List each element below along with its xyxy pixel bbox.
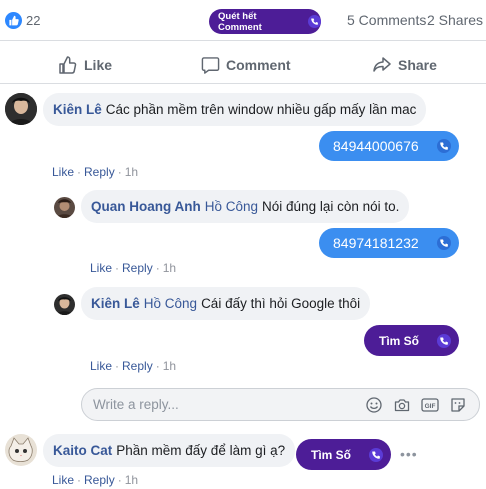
comment-text: Cái đấy thì hỏi Google thôi (201, 296, 361, 311)
like-action-button[interactable]: Like (58, 55, 112, 75)
top-divider (0, 40, 486, 41)
avatar[interactable] (54, 197, 75, 218)
sticker-icon[interactable] (449, 396, 467, 414)
phone-icon (369, 447, 383, 462)
comment-like-link[interactable]: Like (90, 359, 112, 373)
phone-number: 84974181232 (333, 235, 419, 251)
comment-text: Phần mềm đấy để làm gì ạ? (116, 443, 286, 458)
comment-bubble: Kiên Lê Các phần mềm trên window nhiều g… (43, 93, 427, 126)
comment-icon (201, 56, 220, 74)
comment-reply-link[interactable]: Reply (122, 261, 153, 275)
comment-meta: Like · Reply · 1h (90, 261, 177, 275)
comment-author[interactable]: Kaito Cat (53, 443, 112, 458)
svg-text:GIF: GIF (425, 403, 436, 410)
phone-icon (437, 139, 451, 153)
comment-timestamp[interactable]: 1h (163, 359, 176, 373)
reply-input[interactable]: Write a reply... GIF (81, 388, 480, 421)
share-action-button[interactable]: Share (372, 55, 437, 75)
comment-action-button[interactable]: Comment (201, 55, 291, 75)
comment-author[interactable]: Quan Hoang Anh (91, 199, 201, 214)
more-icon[interactable]: ••• (400, 446, 418, 462)
comment-text: Nói đúng lại còn nói to. (262, 199, 400, 214)
comment-reply-link[interactable]: Reply (84, 473, 115, 487)
like-icon (59, 56, 77, 74)
avatar[interactable] (54, 294, 75, 315)
comment-like-link[interactable]: Like (52, 473, 74, 487)
comment-author[interactable]: Kiên Lê (53, 102, 102, 117)
avatar[interactable] (5, 434, 37, 466)
find-number-button[interactable]: Tìm Số (364, 325, 459, 356)
phone-icon (437, 236, 451, 250)
comment-like-link[interactable]: Like (90, 261, 112, 275)
share-icon (373, 57, 391, 72)
scan-comments-label: Quét hết Comment (218, 10, 262, 33)
find-number-button[interactable]: Tìm Số (296, 439, 391, 470)
share-action-label: Share (398, 57, 437, 73)
mention-tag[interactable]: Hồ Công (144, 296, 197, 311)
comment-action-label: Comment (226, 57, 291, 73)
reply-bubble: Quan Hoang Anh Hồ Công Nói đúng lại còn … (81, 190, 410, 223)
find-number-label: Tìm Số (311, 447, 352, 462)
comment-timestamp[interactable]: 1h (163, 261, 176, 275)
action-divider (0, 83, 486, 84)
gif-icon[interactable]: GIF (421, 396, 439, 414)
avatar[interactable] (5, 93, 37, 125)
scan-comments-button[interactable]: Quét hết Comment (209, 9, 321, 34)
comments-count[interactable]: 5 Comments (347, 12, 426, 29)
mention-tag[interactable]: Hồ Công (205, 199, 258, 214)
camera-icon[interactable] (393, 396, 411, 414)
comment-timestamp[interactable]: 1h (125, 165, 138, 179)
comment-bubble: Kaito Cat Phần mềm đấy để làm gì ạ? (43, 434, 296, 467)
phone-number: 84944000676 (333, 138, 419, 154)
comment-meta: Like · Reply · 1h (52, 165, 139, 179)
comment-meta: Like · Reply · 1h (52, 473, 139, 487)
phone-number-button[interactable]: 84974181232 (319, 228, 459, 258)
emoji-icon[interactable] (365, 396, 383, 414)
phone-icon (308, 15, 321, 28)
find-number-label: Tìm Số (379, 333, 420, 348)
reply-placeholder: Write a reply... (93, 397, 179, 412)
comment-reply-link[interactable]: Reply (84, 165, 115, 179)
comment-author[interactable]: Kiên Lê (91, 296, 140, 311)
shares-count[interactable]: 2 Shares (427, 12, 483, 29)
comment-meta: Like · Reply · 1h (90, 359, 177, 373)
comment-like-link[interactable]: Like (52, 165, 74, 179)
phone-number-button[interactable]: 84944000676 (319, 131, 459, 161)
comment-text: Các phần mềm trên window nhiều gấp mấy l… (105, 102, 417, 117)
reply-bubble: Kiên Lê Hồ Công Cái đấy thì hỏi Google t… (81, 287, 371, 320)
comment-timestamp[interactable]: 1h (125, 473, 138, 487)
like-reaction-icon (5, 12, 22, 29)
like-count[interactable]: 22 (26, 12, 40, 29)
comment-reply-link[interactable]: Reply (122, 359, 153, 373)
like-action-label: Like (84, 57, 113, 73)
reply-toolbar: GIF (365, 396, 467, 414)
phone-icon (437, 333, 451, 348)
